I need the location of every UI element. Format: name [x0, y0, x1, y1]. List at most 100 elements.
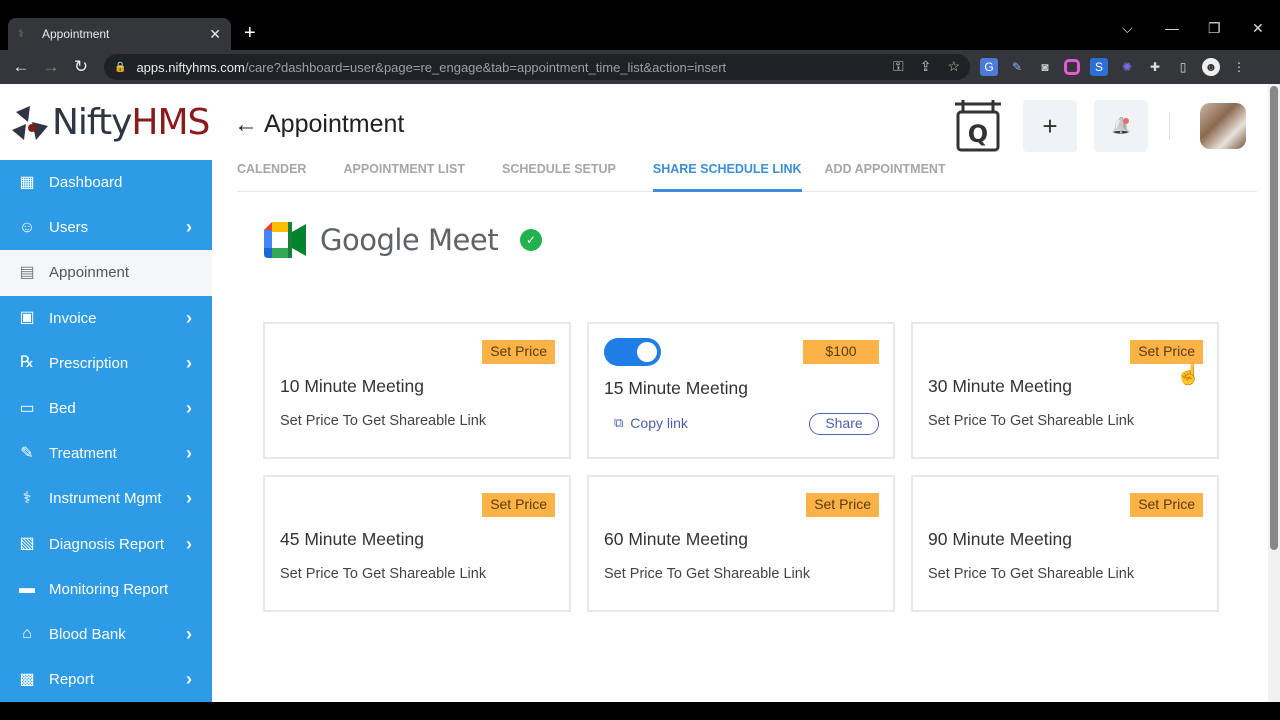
tab-schedule-setup[interactable]: SCHEDULE SETUP — [502, 160, 616, 192]
meeting-title: 90 Minute Meeting — [928, 529, 1072, 549]
set-price-button[interactable]: Set Price — [806, 493, 879, 517]
back-icon[interactable]: ← — [6, 57, 36, 77]
puzzle-extensions-icon[interactable]: ✚ — [1146, 58, 1164, 76]
meeting-card-45: Set Price 45 Minute Meeting Set Price To… — [263, 475, 571, 612]
chevron-right-icon: › — [186, 352, 192, 373]
meeting-title: 45 Minute Meeting — [280, 529, 424, 549]
tab-share-schedule-link[interactable]: SHARE SCHEDULE LINK — [652, 160, 802, 192]
sidebar-item-label: Instrument Mgmt — [49, 490, 162, 508]
set-price-button[interactable]: Set Price — [482, 493, 555, 517]
set-price-button[interactable]: Set Price — [1130, 340, 1203, 364]
sidebar-item-diagnosis-report[interactable]: ▧ Diagnosis Report › — [0, 521, 212, 567]
meeting-subtitle: Set Price To Get Shareable Link — [280, 413, 487, 429]
grid-icon: ▦ — [19, 173, 35, 191]
url-path: /care?dashboard=user&page=re_engage&tab=… — [244, 59, 727, 75]
notification-dot — [1123, 118, 1129, 124]
tab-calender[interactable]: CALENDER — [237, 160, 306, 192]
plus-icon: + — [1042, 110, 1058, 141]
key-icon[interactable]: ⚿ — [893, 58, 904, 75]
sidebar-item-instrument-mgmt[interactable]: ⚕ Instrument Mgmt › — [0, 476, 212, 522]
share-button[interactable]: Share — [809, 413, 879, 435]
scrollbar-thumb[interactable] — [1270, 86, 1278, 550]
logo-text-hms: HMS — [131, 101, 210, 143]
new-tab-button[interactable]: + — [244, 22, 256, 45]
chevron-right-icon: › — [186, 398, 192, 419]
meeting-title: 15 Minute Meeting — [604, 378, 748, 398]
meeting-card-30: Set Price 30 Minute Meeting Set Price To… — [911, 322, 1219, 459]
tab-search-icon[interactable]: ⌵ — [1122, 20, 1133, 37]
set-price-button[interactable]: Set Price — [1130, 493, 1203, 517]
sidebar-item-dashboard[interactable]: ▦ Dashboard — [0, 160, 212, 206]
sidebar-item-monitoring-report[interactable]: ▬ Monitoring Report — [0, 566, 212, 612]
spark-extension-icon[interactable]: ✺ — [1118, 58, 1136, 76]
reload-icon[interactable]: ↻ — [66, 57, 96, 77]
sidebar-item-bed[interactable]: ▭ Bed › — [0, 385, 212, 432]
main-content: ← Appointment Q + 🔔 CALENDER APPOINTMENT… — [212, 84, 1268, 702]
address-bar[interactable]: 🔒 apps.niftyhms.com/care?dashboard=user&… — [104, 54, 970, 80]
price-button[interactable]: $100 — [803, 340, 879, 364]
extensions-bar: G ✎ ◙ S ✺ ✚ ▯ ☻ ⋮ — [980, 58, 1248, 76]
share-page-icon[interactable]: ⇪ — [920, 58, 932, 75]
sidebar-item-users[interactable]: ☺ Users › — [0, 205, 212, 251]
page-scrollbar[interactable] — [1268, 84, 1280, 702]
queue-icon: Q — [955, 100, 1001, 152]
s-extension-icon[interactable]: S — [1090, 58, 1108, 76]
meeting-title: 10 Minute Meeting — [280, 376, 424, 396]
meeting-card-90: Set Price 90 Minute Meeting Set Price To… — [911, 475, 1219, 612]
bookmark-star-icon[interactable]: ☆ — [947, 58, 960, 75]
translate-extension-icon[interactable]: G — [980, 58, 998, 76]
google-meet-integration: Google Meet ✓ — [264, 222, 543, 258]
close-window-icon[interactable]: ✕ — [1252, 20, 1264, 37]
header-actions: Q + 🔔 — [953, 100, 1268, 152]
camera-extension-icon[interactable]: ◙ — [1036, 58, 1054, 76]
sidebar-item-invoice[interactable]: ▣ Invoice › — [0, 295, 212, 341]
browser-tab[interactable]: ⚕ Appointment ✕ — [8, 18, 231, 50]
queue-button[interactable]: Q — [953, 100, 1003, 152]
page-title: Appointment — [264, 110, 405, 138]
appointment-tabs: CALENDER APPOINTMENT LIST SCHEDULE SETUP… — [237, 160, 1257, 192]
add-button[interactable]: + — [1023, 100, 1077, 152]
chevron-right-icon: › — [186, 669, 192, 690]
back-arrow-icon[interactable]: ← — [234, 111, 258, 139]
meeting-title: 30 Minute Meeting — [928, 376, 1072, 396]
browser-tab-title: Appointment — [42, 27, 110, 41]
sidebar-item-label: Dashboard — [49, 174, 123, 192]
svg-text:Q: Q — [968, 120, 988, 148]
sidepanel-icon[interactable]: ▯ — [1174, 58, 1192, 76]
notifications-button[interactable]: 🔔 — [1094, 100, 1148, 152]
sidebar-item-appoinment[interactable]: ▤ Appoinment — [0, 250, 212, 296]
toggle-knob — [637, 342, 657, 362]
close-tab-icon[interactable]: ✕ — [209, 26, 221, 43]
user-avatar[interactable] — [1200, 103, 1246, 149]
logo-text-nifty: Nifty — [52, 101, 132, 143]
copy-icon: ⧉ — [614, 415, 624, 430]
sidebar-item-treatment[interactable]: ✎ Treatment › — [0, 431, 212, 477]
sidebar-item-blood-bank[interactable]: ⌂ Blood Bank › — [0, 611, 212, 658]
meeting-card-10: Set Price 10 Minute Meeting Set Price To… — [263, 322, 571, 459]
tab-appointment-list[interactable]: APPOINTMENT LIST — [343, 160, 465, 192]
sidebar-item-label: Monitoring Report — [49, 580, 169, 598]
meeting-subtitle: Set Price To Get Shareable Link — [280, 566, 487, 582]
report-icon: ▩ — [19, 670, 35, 688]
set-price-button[interactable]: Set Price — [482, 340, 555, 364]
meeting-enabled-toggle[interactable] — [604, 338, 661, 366]
google-meet-logo-icon — [264, 222, 306, 258]
pen-extension-icon[interactable]: ✎ — [1008, 58, 1026, 76]
page-header[interactable]: ← Appointment — [234, 110, 404, 139]
copy-link-label: Copy link — [630, 415, 688, 431]
bottom-bar — [0, 702, 1280, 720]
bank-icon: ⌂ — [22, 625, 32, 643]
minimize-icon[interactable]: — — [1165, 20, 1179, 36]
tab-add-appointment[interactable]: ADD APPOINTMENT — [825, 160, 946, 192]
forward-icon[interactable]: → — [36, 57, 66, 77]
restore-icon[interactable]: ❐ — [1208, 20, 1221, 37]
menu-kebab-icon[interactable]: ⋮ — [1230, 58, 1248, 76]
sidebar-item-report[interactable]: ▩ Report › — [0, 657, 212, 703]
sidebar-item-prescription[interactable]: ℞ Prescription › — [0, 340, 212, 386]
logo[interactable]: NiftyHMS — [10, 100, 210, 144]
chevron-right-icon: › — [186, 488, 192, 509]
copy-link-button[interactable]: ⧉ Copy link — [614, 415, 688, 431]
color-extension-icon[interactable] — [1064, 59, 1080, 75]
profile-avatar-icon[interactable]: ☻ — [1202, 58, 1220, 76]
sidebar-item-label: Appoinment — [49, 264, 130, 282]
